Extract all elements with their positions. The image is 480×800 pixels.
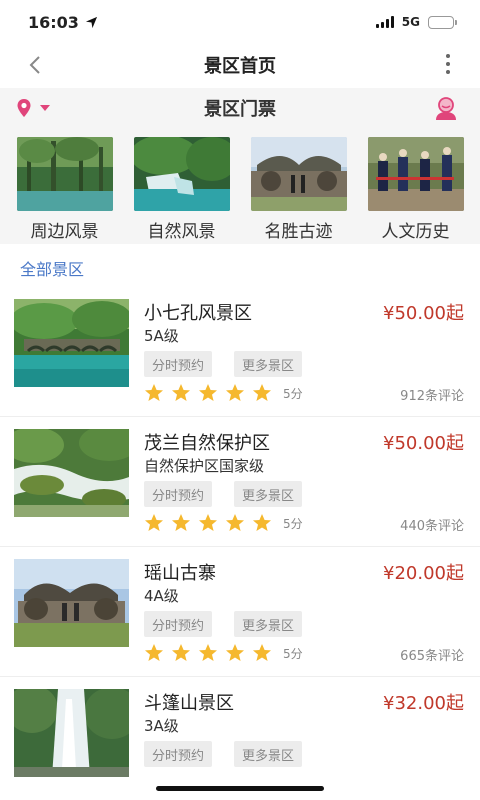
review-count[interactable]: 912条评论 xyxy=(400,385,464,404)
spot-price: ¥50.00起 xyxy=(383,303,464,324)
star-icon xyxy=(199,644,217,661)
user-icon xyxy=(436,97,456,120)
battery-icon xyxy=(428,15,457,29)
more-spots-tag[interactable]: 更多景区 xyxy=(234,351,303,377)
star-icon xyxy=(199,384,217,401)
star-icon xyxy=(226,514,244,531)
category-image-culture xyxy=(367,137,464,211)
spot-price: ¥32.00起 xyxy=(383,693,464,714)
category-label: 自然风景 xyxy=(147,222,216,242)
timed-booking-tag[interactable]: 分时预约 xyxy=(144,351,213,377)
category-label: 名胜古迹 xyxy=(264,222,333,242)
timed-booking-tag[interactable]: 分时预约 xyxy=(144,611,213,637)
review-count[interactable]: 665条评论 xyxy=(400,645,464,664)
star-icon xyxy=(172,384,190,401)
spot-image xyxy=(14,689,129,777)
more-spots-tag[interactable]: 更多景区 xyxy=(234,741,303,767)
rating-score: 5分 xyxy=(283,516,303,531)
category-nature[interactable]: 自然风景 xyxy=(130,128,234,244)
spot-grade: 自然保护区国家级 xyxy=(144,457,265,475)
page-title: 景区首页 xyxy=(204,56,276,77)
spot-image xyxy=(14,429,129,517)
status-indicators: 5G xyxy=(375,15,457,29)
category-row: 周边风景 自然风景 名胜古迹 人文历史 xyxy=(0,128,480,244)
category-image-nearby xyxy=(16,137,113,211)
spot-name: 瑶山古寨 xyxy=(144,563,216,584)
star-icon xyxy=(172,644,190,661)
chevron-left-icon xyxy=(29,56,40,74)
category-image-nature xyxy=(133,137,230,211)
timed-booking-tag[interactable]: 分时预约 xyxy=(144,741,213,767)
rating-score: 5分 xyxy=(283,646,303,661)
spot-item[interactable]: 斗篷山景区 3A级 ¥32.00起 分时预约 更多景区 xyxy=(0,677,480,800)
spot-image xyxy=(14,559,129,647)
spot-image xyxy=(14,299,129,387)
category-label: 人文历史 xyxy=(381,222,450,242)
status-bar: 16:03 5G xyxy=(0,0,480,44)
spot-price: ¥20.00起 xyxy=(383,563,464,584)
all-spots-link[interactable]: 全部景区 xyxy=(20,256,84,280)
star-icon xyxy=(145,384,163,401)
spot-name: 小七孔风景区 xyxy=(144,303,252,324)
spot-name: 茂兰自然保护区 xyxy=(144,433,270,454)
review-count[interactable]: 440条评论 xyxy=(400,515,464,534)
star-icon xyxy=(172,514,190,531)
category-historic[interactable]: 名胜古迹 xyxy=(247,128,351,244)
spot-price: ¥50.00起 xyxy=(383,433,464,454)
back-button[interactable] xyxy=(22,52,48,78)
spot-item[interactable]: 瑶山古寨 4A级 ¥20.00起 分时预约 更多景区 5分 665条评论 xyxy=(0,547,480,677)
ticket-header: 景区门票 xyxy=(0,88,480,128)
spot-grade: 3A级 xyxy=(144,717,179,735)
timed-booking-tag[interactable]: 分时预约 xyxy=(144,481,213,507)
star-icon xyxy=(145,514,163,531)
rating-stars: 5分 xyxy=(144,513,303,533)
star-icon xyxy=(226,384,244,401)
home-indicator[interactable] xyxy=(156,786,324,791)
user-profile-button[interactable] xyxy=(432,94,460,122)
spot-item[interactable]: 小七孔风景区 5A级 ¥50.00起 分时预约 更多景区 5分 912条评论 xyxy=(0,287,480,417)
spot-name: 斗篷山景区 xyxy=(144,693,234,714)
spot-grade: 5A级 xyxy=(144,327,179,345)
caret-down-icon xyxy=(40,105,50,111)
rating-stars: 5分 xyxy=(144,383,303,403)
ticket-title: 景区门票 xyxy=(204,99,276,120)
map-pin-icon xyxy=(17,99,31,117)
category-nearby[interactable]: 周边风景 xyxy=(13,128,117,244)
rating-stars: 5分 xyxy=(144,643,303,663)
rating-score: 5分 xyxy=(283,386,303,401)
star-icon xyxy=(145,644,163,661)
spot-item[interactable]: 茂兰自然保护区 自然保护区国家级 ¥50.00起 分时预约 更多景区 5分 44… xyxy=(0,417,480,547)
star-icon xyxy=(199,514,217,531)
category-image-historic xyxy=(250,137,347,211)
more-spots-tag[interactable]: 更多景区 xyxy=(234,481,303,507)
signal-icon xyxy=(375,16,394,28)
more-options-button[interactable] xyxy=(440,54,456,74)
star-icon xyxy=(253,384,271,401)
location-selector[interactable] xyxy=(16,98,50,118)
star-icon xyxy=(226,644,244,661)
nav-bar: 景区首页 xyxy=(0,44,480,86)
category-label: 周边风景 xyxy=(30,222,99,242)
star-icon xyxy=(253,514,271,531)
location-arrow-icon xyxy=(85,16,98,28)
star-icon xyxy=(253,644,271,661)
network-type: 5G xyxy=(401,15,420,29)
category-culture[interactable]: 人文历史 xyxy=(364,128,468,244)
spot-grade: 4A级 xyxy=(144,587,179,605)
status-time: 16:03 xyxy=(28,13,98,32)
more-spots-tag[interactable]: 更多景区 xyxy=(234,611,303,637)
clock-text: 16:03 xyxy=(28,12,79,32)
